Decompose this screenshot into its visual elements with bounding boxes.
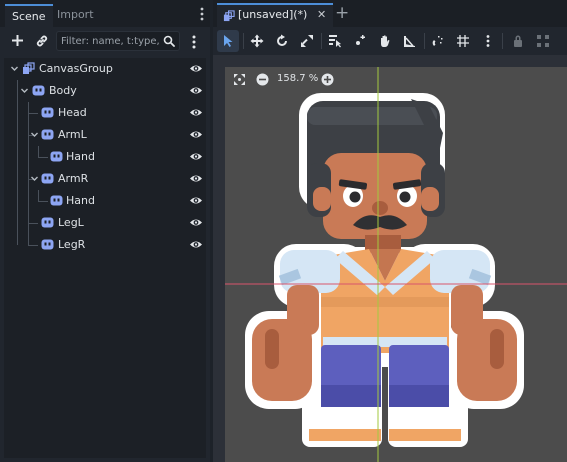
tree-item-legr[interactable]: LegR xyxy=(4,234,206,256)
canvas-viewport[interactable]: 158.7 % xyxy=(213,55,567,462)
smart-snap-button[interactable] xyxy=(427,30,449,52)
scene-tree: CanvasGroup Body Head ArmL Hand ArmR Han… xyxy=(4,58,206,458)
pan-tool-button[interactable] xyxy=(374,30,396,52)
scene-tab-label: [unsaved](*) xyxy=(238,8,308,21)
select-tool-button[interactable] xyxy=(217,30,239,52)
tree-item-label: Hand xyxy=(66,194,95,207)
close-icon[interactable]: ✕ xyxy=(317,8,326,21)
ruler-tool-button[interactable] xyxy=(399,30,421,52)
ruler-corner xyxy=(213,55,225,67)
grid-snap-button[interactable] xyxy=(452,30,474,52)
visibility-eye-icon[interactable] xyxy=(189,195,203,206)
node2d-icon xyxy=(41,217,54,228)
toolbar-separator xyxy=(502,33,503,49)
tree-item-label: Head xyxy=(58,106,87,119)
toolbar-separator xyxy=(321,33,322,49)
group-button[interactable] xyxy=(532,30,554,52)
scale-icon xyxy=(301,35,313,47)
visibility-eye-icon[interactable] xyxy=(189,63,203,74)
canvas-group-icon xyxy=(23,62,35,74)
link-icon[interactable] xyxy=(35,34,49,48)
tree-item-hand[interactable]: Hand xyxy=(4,146,206,168)
grid-snap-icon xyxy=(457,35,469,47)
ruler-icon xyxy=(404,36,415,47)
tree-item-armr[interactable]: ArmR xyxy=(4,168,206,190)
visibility-eye-icon[interactable] xyxy=(189,239,203,250)
lock-button[interactable] xyxy=(507,30,529,52)
snap-icon xyxy=(432,36,443,46)
tree-item-arml[interactable]: ArmL xyxy=(4,124,206,146)
center-view-icon[interactable] xyxy=(233,73,246,86)
scale-tool-button[interactable] xyxy=(296,30,318,52)
scene-dock: Scene Import Filter: name, t:type, g: Ca… xyxy=(0,0,210,462)
tree-item-label: ArmR xyxy=(58,172,89,185)
node2d-icon xyxy=(50,195,63,206)
visibility-eye-icon[interactable] xyxy=(189,151,203,162)
canvas-group-icon xyxy=(223,10,235,22)
tree-item-legl[interactable]: LegL xyxy=(4,212,206,234)
chevron-down-icon[interactable] xyxy=(10,64,19,73)
add-tab-icon[interactable]: + xyxy=(335,4,349,22)
horizontal-ruler xyxy=(213,55,567,67)
cursor-arrow-icon xyxy=(224,35,233,47)
visibility-eye-icon[interactable] xyxy=(189,85,203,96)
tree-item-label: LegL xyxy=(58,216,84,229)
filter-box xyxy=(56,31,180,51)
rotate-tool-button[interactable] xyxy=(271,30,293,52)
visibility-eye-icon[interactable] xyxy=(189,217,203,228)
tree-item-head[interactable]: Head xyxy=(4,102,206,124)
scene-options-icon[interactable] xyxy=(190,34,198,50)
scene-tab[interactable]: [unsaved](*) ✕ xyxy=(217,3,333,27)
tree-item-hand[interactable]: Hand xyxy=(4,190,206,212)
dock-tab-bar: Scene Import xyxy=(0,0,210,27)
node2d-icon xyxy=(41,129,54,140)
scene-tab-bar: [unsaved](*) ✕ + xyxy=(213,0,567,27)
tab-import[interactable]: Import xyxy=(50,4,101,27)
toolbar-separator xyxy=(424,33,425,49)
canvas-toolbar xyxy=(213,27,567,55)
toolbar-separator xyxy=(243,33,244,49)
node2d-icon xyxy=(50,151,63,162)
zoom-in-icon[interactable] xyxy=(321,73,334,86)
list-select-icon xyxy=(329,35,341,48)
kebab-menu-icon xyxy=(486,35,490,47)
pivot-tool-button[interactable] xyxy=(349,30,371,52)
chevron-down-icon[interactable] xyxy=(30,130,39,139)
canvas-editor: [unsaved](*) ✕ + 158.7 % xyxy=(213,0,567,462)
lock-icon xyxy=(514,35,522,47)
node2d-icon xyxy=(41,239,54,250)
pivot-icon xyxy=(356,35,365,45)
more-options-button[interactable] xyxy=(477,30,499,52)
rotate-icon xyxy=(277,34,287,46)
tree-item-label: Body xyxy=(49,84,77,97)
search-icon[interactable] xyxy=(163,35,175,47)
vertical-ruler xyxy=(213,55,225,462)
tree-item-label: ArmL xyxy=(58,128,87,141)
character-sprite[interactable] xyxy=(225,67,567,462)
node2d-icon xyxy=(41,173,54,184)
tree-item-body[interactable]: Body xyxy=(4,80,206,102)
chevron-down-icon[interactable] xyxy=(20,86,29,95)
tree-item-label: LegR xyxy=(58,238,86,251)
visibility-eye-icon[interactable] xyxy=(189,107,203,118)
list-select-tool-button[interactable] xyxy=(324,30,346,52)
tree-item-label: CanvasGroup xyxy=(39,62,113,75)
node2d-icon xyxy=(32,85,45,96)
visibility-eye-icon[interactable] xyxy=(189,173,203,184)
hand-pan-icon xyxy=(381,35,390,47)
move-icon xyxy=(250,34,264,48)
zoom-level[interactable]: 158.7 % xyxy=(277,73,318,84)
zoom-out-icon[interactable] xyxy=(256,73,269,86)
filter-input[interactable] xyxy=(57,32,163,50)
node2d-icon xyxy=(41,107,54,118)
tab-scene[interactable]: Scene xyxy=(5,4,53,27)
visibility-eye-icon[interactable] xyxy=(189,129,203,140)
kebab-menu-icon[interactable] xyxy=(198,6,206,22)
chevron-down-icon[interactable] xyxy=(30,174,39,183)
move-tool-button[interactable] xyxy=(246,30,268,52)
group-icon xyxy=(537,35,549,47)
tree-item-label: Hand xyxy=(66,150,95,163)
tree-item-canvasgroup[interactable]: CanvasGroup xyxy=(4,58,206,80)
add-node-icon[interactable] xyxy=(11,34,24,47)
